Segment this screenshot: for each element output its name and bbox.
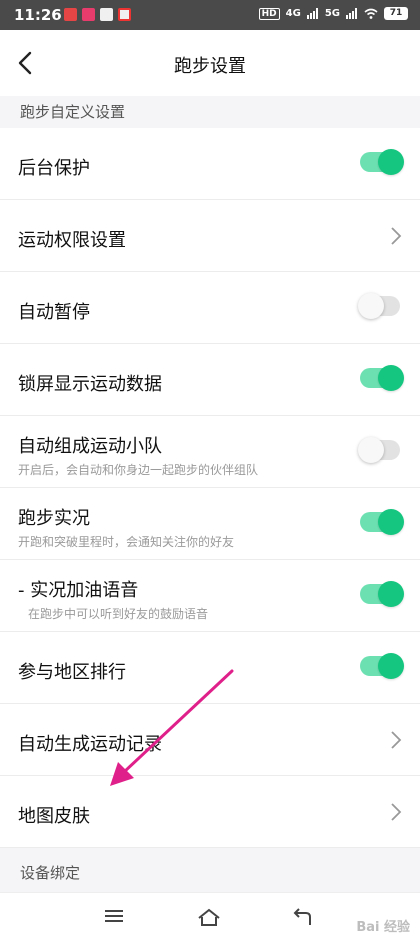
row-regional-ranking[interactable]: 参与地区排行 — [0, 632, 420, 704]
row-description: 开跑和突破里程时，会通知关注你的好友 — [18, 535, 235, 549]
system-nav-bar: Bai 经验 — [0, 892, 420, 941]
row-label: 自动暂停 — [18, 302, 90, 323]
row-label: 自动组成运动小队 — [18, 436, 162, 457]
row-lockscreen-data[interactable]: 锁屏显示运动数据 — [0, 344, 420, 416]
network-label-5g: 5G — [324, 8, 340, 19]
toggle-knob — [378, 581, 404, 607]
chevron-right-icon — [391, 803, 402, 821]
cheer-voice-toggle[interactable] — [360, 581, 404, 607]
row-label: 运动权限设置 — [18, 230, 126, 251]
chevron-right-icon — [391, 731, 402, 749]
toggle-knob — [358, 293, 384, 319]
row-running-live[interactable]: 跑步实况 开跑和突破里程时，会通知关注你的好友 — [0, 488, 420, 560]
menu-icon[interactable] — [104, 907, 124, 925]
watermark: Bai 经验 — [356, 920, 410, 935]
app-notification-icon — [82, 8, 95, 21]
home-icon[interactable] — [197, 907, 221, 927]
row-label: 锁屏显示运动数据 — [18, 374, 162, 395]
row-auto-team[interactable]: 自动组成运动小队 开启后，会自动和你身边一起跑步的伙伴组队 — [0, 416, 420, 488]
row-label: 参与地区排行 — [18, 662, 126, 683]
toggle-knob — [378, 509, 404, 535]
status-bar: 11:26 HD 4G 5G 71 — [0, 0, 420, 30]
section-header-device: 设备绑定 — [0, 848, 420, 892]
wifi-icon — [364, 8, 378, 19]
back-icon[interactable] — [290, 907, 312, 927]
row-motion-permission[interactable]: 运动权限设置 — [0, 200, 420, 272]
chevron-right-icon — [391, 227, 402, 245]
running-live-toggle[interactable] — [360, 509, 404, 535]
section-header-custom: 跑步自定义设置 — [0, 96, 420, 128]
toggle-knob — [378, 365, 404, 391]
app-notification-icon — [118, 8, 131, 21]
regional-ranking-toggle[interactable] — [360, 653, 404, 679]
row-label: - 实况加油语音 — [18, 580, 139, 601]
battery-indicator: 71 — [384, 7, 408, 20]
row-label: 后台保护 — [18, 158, 90, 179]
row-background-protection[interactable]: 后台保护 — [0, 128, 420, 200]
section-title: 设备绑定 — [20, 864, 81, 882]
row-auto-pause[interactable]: 自动暂停 — [0, 272, 420, 344]
status-time: 11:26 — [14, 6, 62, 24]
toggle-knob — [378, 653, 404, 679]
row-label: 自动生成运动记录 — [18, 734, 162, 755]
auto-pause-toggle[interactable] — [358, 293, 400, 319]
auto-team-toggle[interactable] — [358, 437, 400, 463]
row-label: 地图皮肤 — [18, 806, 90, 827]
section-title: 跑步自定义设置 — [20, 103, 126, 121]
network-label-4g: 4G — [285, 8, 301, 19]
page-title: 跑步设置 — [174, 56, 246, 77]
toggle-knob — [358, 437, 384, 463]
lockscreen-data-toggle[interactable] — [360, 365, 404, 391]
row-cheer-voice[interactable]: - 实况加油语音 在跑步中可以听到好友的鼓励语音 — [0, 560, 420, 632]
toggle-knob — [378, 149, 404, 175]
row-map-skin[interactable]: 地图皮肤 — [0, 776, 420, 848]
row-description: 在跑步中可以听到好友的鼓励语音 — [28, 607, 209, 621]
app-notification-icon — [64, 8, 77, 21]
header: 跑步设置 — [0, 30, 420, 96]
hd-badge: HD — [258, 7, 280, 20]
background-protection-toggle[interactable] — [360, 149, 404, 175]
row-auto-record[interactable]: 自动生成运动记录 — [0, 704, 420, 776]
app-notification-icon — [100, 8, 113, 21]
row-label: 跑步实况 — [18, 508, 90, 529]
signal-icon — [346, 8, 357, 19]
signal-icon — [306, 8, 318, 19]
row-description: 开启后，会自动和你身边一起跑步的伙伴组队 — [18, 463, 259, 477]
status-indicators: HD 4G 5G 71 — [258, 7, 408, 20]
notification-icons — [64, 8, 131, 21]
